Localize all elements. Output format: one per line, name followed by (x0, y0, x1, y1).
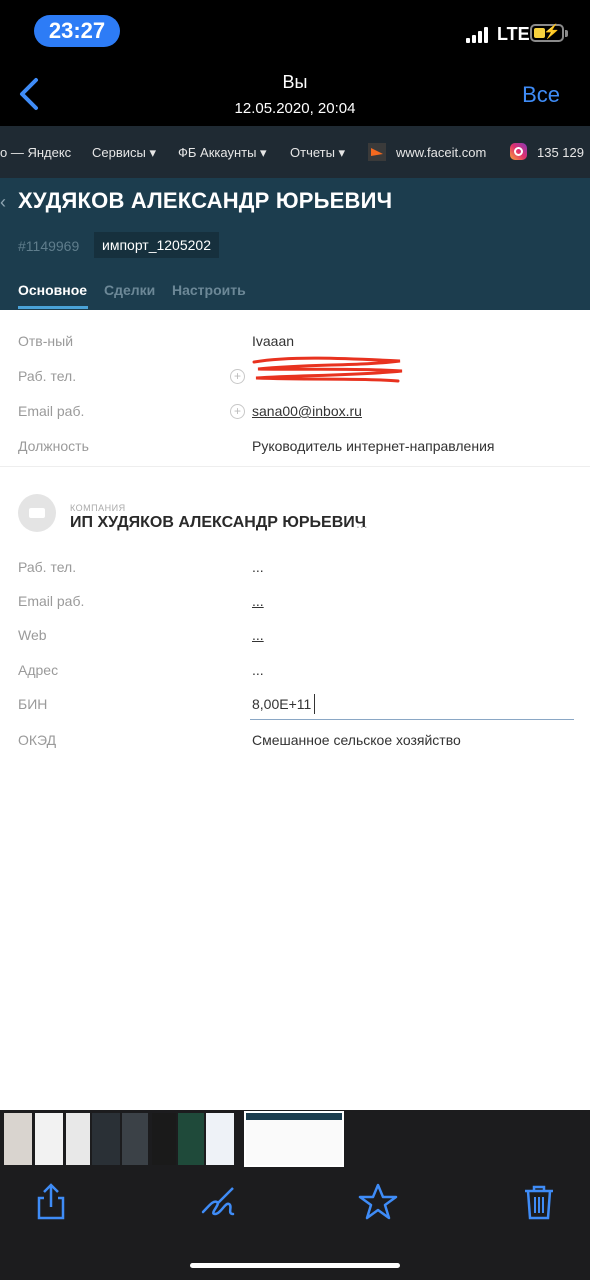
tab-settings: Настроить (172, 282, 246, 298)
trash-icon[interactable] (519, 1182, 559, 1222)
thumbnail[interactable] (122, 1113, 148, 1165)
tab-main: Основное (18, 282, 88, 298)
bookmark-yandex: о — Яндекс (0, 145, 72, 160)
company-avatar-icon (18, 494, 56, 532)
all-photos-button[interactable]: Все (522, 82, 560, 108)
add-email-icon: + (230, 404, 245, 419)
redaction-scribble (252, 356, 403, 383)
field-value-position: Руководитель интернет-направления (252, 438, 495, 454)
navigation-bar: Вы 12.05.2020, 20:04 Все (0, 64, 590, 126)
thumbnail[interactable] (178, 1113, 204, 1165)
text-cursor (314, 694, 315, 714)
share-icon[interactable] (31, 1182, 71, 1222)
home-indicator[interactable] (190, 1263, 400, 1268)
instagram-icon (510, 143, 527, 160)
browser-bookmarks-bar: о — Яндекс Сервисы ▾ ФБ Аккаунты ▾ Отчет… (0, 126, 590, 178)
contact-id: #1149969 (18, 238, 80, 254)
contact-name: ХУДЯКОВ АЛЕКСАНДР ЮРЬЕВИЧ (18, 188, 393, 213)
field-label-work-email: Email раб. (18, 403, 85, 419)
add-phone-icon: + (230, 369, 245, 384)
company-value-web: ... (252, 627, 264, 643)
thumbnail[interactable] (66, 1113, 90, 1165)
bookmark-reports: Отчеты ▾ (290, 145, 346, 160)
status-time[interactable]: 23:27 (34, 15, 120, 47)
thumbnail-strip[interactable] (0, 1110, 590, 1168)
thumbnail[interactable] (4, 1113, 32, 1165)
network-type: LTE (497, 24, 530, 44)
company-value-bin: 8,00E+11 (252, 696, 312, 712)
nav-subtitle: 12.05.2020, 20:04 (234, 100, 356, 117)
company-name: ИП ХУДЯКОВ АЛЕКСАНДР ЮРЬЕВИЧ (70, 514, 366, 531)
thumbnail-current[interactable] (244, 1111, 344, 1167)
nav-title: Вы (282, 72, 308, 92)
company-label-work-email: Email раб. (18, 593, 85, 609)
contact-card-header: ‹ ХУДЯКОВ АЛЕКСАНДР ЮРЬЕВИЧ #1149969 имп… (0, 178, 590, 310)
company-label-address: Адрес (18, 662, 59, 678)
company-value-oked: Смешанное сельское хозяйство (252, 732, 461, 748)
company-value-work-email: ... (252, 593, 264, 609)
bookmark-fb-accounts: ФБ Аккаунты ▾ (178, 145, 267, 160)
section-divider (0, 466, 590, 467)
company-label-web: Web (18, 627, 47, 643)
photo-viewer[interactable]: о — Яндекс Сервисы ▾ ФБ Аккаунты ▾ Отчет… (0, 126, 590, 1110)
company-label-oked: ОКЭД (18, 732, 57, 748)
thumbnail[interactable] (206, 1113, 234, 1165)
field-label-position: Должность (18, 438, 89, 454)
field-value-responsible: Ivaaan (252, 333, 295, 349)
bookmark-services: Сервисы ▾ (92, 145, 156, 160)
company-caption: КОМПАНИЯ (70, 503, 126, 513)
company-more-icon: ... (356, 515, 368, 531)
company-label-work-phone: Раб. тел. (18, 559, 77, 575)
field-label-work-phone: Раб. тел. (18, 368, 77, 384)
thumbnail[interactable] (35, 1113, 63, 1165)
markup-icon[interactable] (199, 1182, 239, 1222)
company-value-work-phone: ... (252, 559, 264, 575)
thumbnail[interactable] (92, 1113, 120, 1165)
contact-tag: импорт_1205202 (94, 232, 219, 258)
field-label-responsible: Отв-ный (18, 333, 74, 349)
company-label-bin: БИН (18, 696, 48, 712)
field-value-work-email: sana00@inbox.ru (252, 403, 362, 419)
faceit-icon (368, 143, 386, 161)
favorite-icon[interactable] (358, 1182, 398, 1222)
tab-deals: Сделки (104, 282, 156, 298)
battery-icon: ⚡ (530, 23, 568, 42)
active-tab-indicator (18, 306, 88, 309)
company-value-address: ... (252, 662, 264, 678)
bookmark-instagram: 135 129 (537, 145, 584, 160)
bookmark-faceit: www.faceit.com (396, 145, 487, 160)
thumbnail[interactable] (152, 1113, 176, 1165)
status-bar: 23:27 LTE ⚡ (0, 0, 590, 64)
collapse-arrow-icon: ‹ (0, 192, 6, 212)
bin-input-underline (250, 719, 574, 720)
